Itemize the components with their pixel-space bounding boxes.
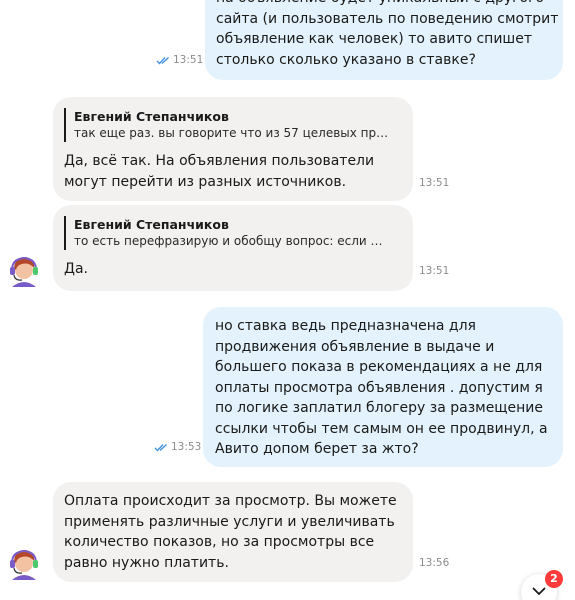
support-agent-avatar	[5, 543, 43, 581]
message-incoming[interactable]: Евгений Степанчиков то есть перефразирую…	[53, 205, 413, 291]
message-incoming[interactable]: Евгений Степанчиков так еще раз. вы гово…	[53, 97, 413, 201]
reply-quote[interactable]: Евгений Степанчиков то есть перефразирую…	[64, 216, 389, 250]
reply-quote[interactable]: Евгений Степанчиков так еще раз. вы гово…	[64, 108, 389, 142]
message-time: 13:51	[419, 177, 450, 189]
reply-author: Евгений Степанчиков	[74, 109, 229, 124]
message-time: 13:51	[419, 265, 450, 277]
unread-count-badge: 2	[545, 570, 563, 588]
read-check-icon	[154, 444, 167, 452]
message-time: 13:53	[171, 441, 202, 453]
reply-text: так еще раз. вы говорите что из 57 целев…	[74, 126, 389, 140]
message-outgoing[interactable]: на объявление будет уникальный с другого…	[205, 0, 563, 80]
message-text: на объявление будет уникальный с другого…	[216, 0, 559, 68]
chevron-down-icon	[532, 587, 546, 595]
reply-author: Евгений Степанчиков	[74, 217, 229, 232]
message-time: 13:51	[173, 54, 204, 66]
message-text: но ставка ведь предназначена для продвиж…	[215, 318, 548, 457]
message-time: 13:56	[419, 557, 450, 569]
message-incoming[interactable]: Оплата происходит за просмотр. Вы можете…	[53, 482, 413, 582]
message-outgoing[interactable]: но ставка ведь предназначена для продвиж…	[203, 307, 563, 467]
message-text: Да, всё так. На объявления пользователи …	[64, 153, 375, 190]
reply-text: то есть перефразирую и обобщу вопрос: ес…	[74, 234, 389, 248]
message-text: Да.	[64, 261, 88, 277]
read-check-icon	[156, 57, 169, 65]
support-agent-avatar	[5, 250, 43, 288]
message-text: Оплата происходит за просмотр. Вы можете…	[64, 493, 397, 571]
